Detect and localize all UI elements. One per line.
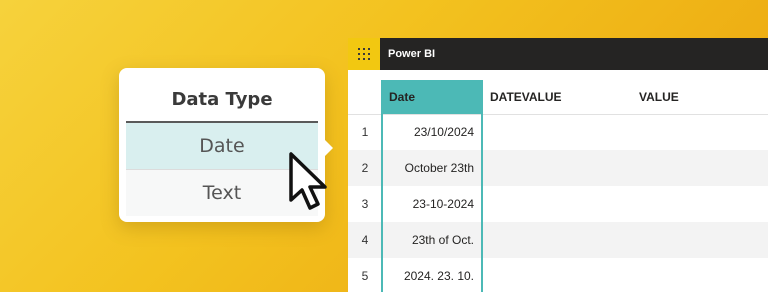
mouse-pointer-icon: [289, 152, 327, 210]
waffle-icon[interactable]: [348, 38, 380, 70]
date-cell[interactable]: 2024. 23. 10.: [382, 258, 482, 292]
table-row: 3 23-10-2024: [348, 186, 768, 222]
row-number: 5: [361, 269, 369, 283]
row-number: 1: [361, 125, 369, 139]
table-row: 1 23/10/2024: [348, 114, 768, 150]
row-number: 2: [361, 161, 369, 175]
table-header: Date DATEVALUE VALUE: [348, 80, 768, 115]
date-cell[interactable]: 23th of Oct.: [382, 222, 482, 258]
row-number: 4: [361, 233, 369, 247]
column-header-date[interactable]: Date: [382, 80, 482, 114]
app-name: Power BI: [388, 48, 436, 60]
popup-title: Data Type: [171, 89, 273, 110]
table-row: 2 October 23th: [348, 150, 768, 186]
date-column-border-right: [481, 80, 483, 292]
power-bi-window: Power BI Date DATEVALUE VALUE 1 23/10/20…: [348, 38, 768, 292]
row-number: 3: [361, 197, 369, 211]
table-row: 5 2024. 23. 10.: [348, 258, 768, 292]
date-cell[interactable]: October 23th: [382, 150, 482, 186]
date-column-border-left: [381, 80, 383, 292]
date-cell[interactable]: 23-10-2024: [382, 186, 482, 222]
column-header-datevalue[interactable]: DATEVALUE: [490, 80, 562, 114]
table-row: 4 23th of Oct.: [348, 222, 768, 258]
title-bar: Power BI: [348, 38, 768, 70]
column-header-value[interactable]: VALUE: [639, 80, 679, 114]
date-cell[interactable]: 23/10/2024: [382, 114, 482, 150]
